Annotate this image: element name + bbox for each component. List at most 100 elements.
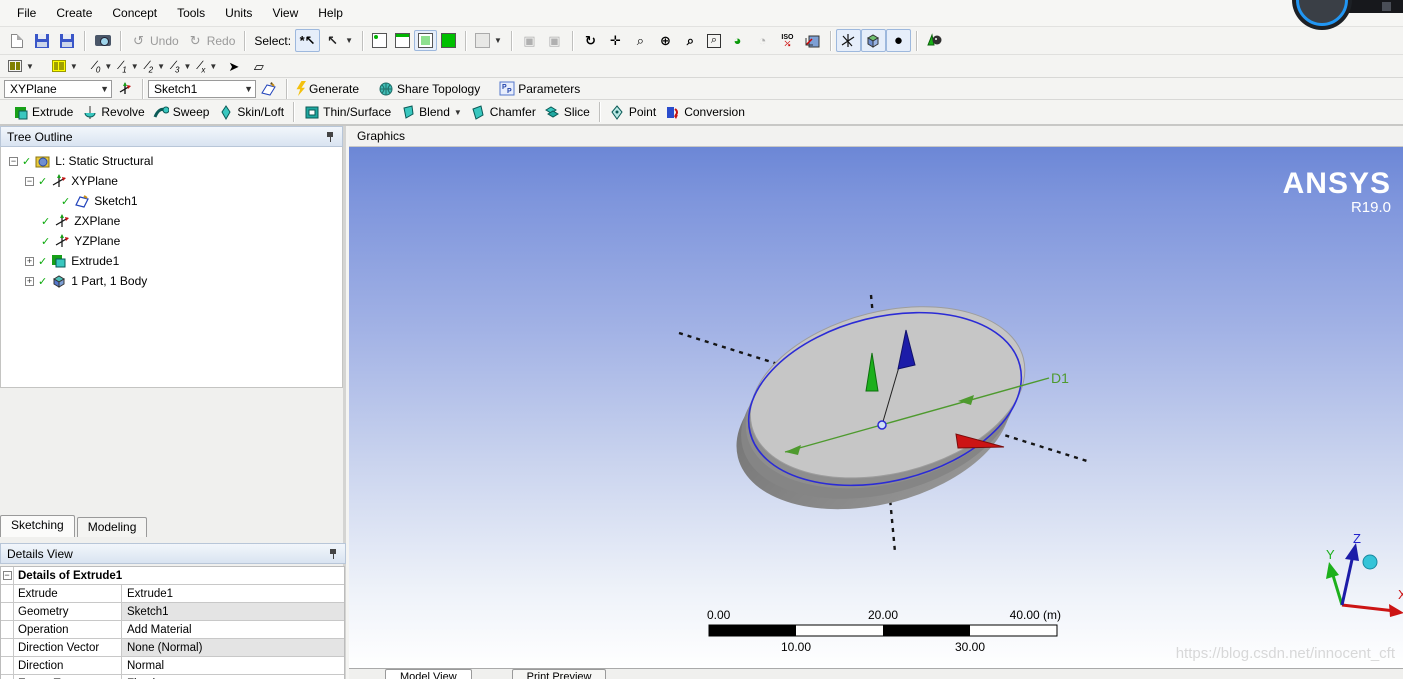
menu-file[interactable]: File [8, 3, 45, 23]
details-view-title: Details View [7, 546, 73, 561]
menu-create[interactable]: Create [47, 3, 101, 23]
select-face-button[interactable] [413, 30, 437, 51]
rotate-icon: ↻ [584, 33, 596, 48]
share-topology-button[interactable]: Share Topology [373, 77, 484, 100]
expand-icon[interactable]: + [25, 276, 34, 286]
details-row-direction[interactable]: Direction Normal [1, 657, 344, 675]
display-plane-button[interactable] [835, 29, 861, 52]
zoom-icon: ⌕ [636, 33, 645, 48]
menu-units[interactable]: Units [216, 3, 261, 23]
chevron-down-icon: ▼ [69, 61, 78, 71]
rectangle-tool-button[interactable]: ▱ [246, 55, 271, 78]
box-zoom-button[interactable]: ⌕ [703, 31, 725, 51]
tree-item-yzplane[interactable]: ✓ YZPlane [1, 231, 342, 251]
select-body-button[interactable] [437, 30, 460, 51]
select-mode-dropdown[interactable]: ↖ ▼ [320, 29, 357, 52]
details-row-geometry[interactable]: Geometry Sketch1 [1, 603, 344, 621]
save-button[interactable] [29, 29, 54, 52]
menu-help[interactable]: Help [309, 3, 352, 23]
tree-item-extrude1[interactable]: + ✓ Extrude1 [1, 251, 342, 271]
chamfer-button[interactable]: Chamfer [466, 101, 540, 124]
line-style-1-dropdown[interactable]: ∕1 ▼ [116, 55, 142, 77]
select-points-button[interactable]: *↖ [295, 29, 321, 52]
parameters-button[interactable]: P P Parameters [494, 77, 584, 100]
pin-icon: ➤ [228, 58, 240, 74]
tree-item-zxplane[interactable]: ✓ ZXPlane [1, 211, 342, 231]
line-style-3-dropdown[interactable]: ∕3 ▼ [169, 55, 195, 77]
thin-surface-button[interactable]: Thin/Surface [299, 101, 395, 124]
collapse-icon[interactable]: − [2, 571, 12, 580]
revolve-button[interactable]: Revolve [77, 101, 148, 124]
next-view-icon: ◔ [758, 33, 767, 48]
tree-outline-title: Tree Outline [7, 129, 73, 144]
select-vertex-button[interactable] [368, 30, 391, 51]
point-button[interactable]: Point [605, 101, 660, 124]
menu-concept[interactable]: Concept [103, 3, 166, 23]
expand-icon[interactable]: + [25, 256, 34, 266]
generate-button[interactable]: Generate [292, 78, 363, 99]
new-sketch-button2[interactable]: * [256, 77, 281, 100]
tab-sketching[interactable]: Sketching [0, 515, 75, 537]
details-row-operation[interactable]: Operation Add Material [1, 621, 344, 639]
redo-button[interactable]: ↻ Redo [183, 29, 240, 52]
box-select-button[interactable]: ▣ [517, 29, 542, 52]
rotate-button[interactable]: ↻ [578, 29, 603, 52]
line-style-2-dropdown[interactable]: ∕2 ▼ [143, 55, 169, 77]
zoom-button[interactable]: ⌕ [628, 29, 653, 52]
tree-item-part-body[interactable]: + ✓ 1 Part, 1 Body [1, 271, 342, 291]
plane-select[interactable]: XYPlane ▼ [4, 79, 112, 98]
look-at-button[interactable] [922, 29, 947, 52]
color-swatch-dropdown[interactable]: ▼ [48, 57, 82, 75]
details-row-extent-type[interactable]: Extent Type Fixed [1, 675, 344, 679]
line-style-0-dropdown[interactable]: ∕0 ▼ [90, 55, 116, 77]
details-group-row[interactable]: − Details of Extrude1 [1, 567, 344, 585]
zoom-in-button[interactable]: ⊕ [653, 29, 678, 52]
image-capture-button[interactable] [90, 29, 115, 52]
graphics-viewport[interactable]: ANSYS R19.0 D1 0.00 20.00 40.00 (m) 10.0… [349, 147, 1403, 668]
iso-view-button[interactable]: ISO ⤯ [775, 29, 800, 52]
select-edge-button[interactable] [391, 30, 414, 51]
slice-button[interactable]: Slice [540, 101, 594, 124]
pin-icon[interactable] [325, 131, 336, 142]
tab-print-preview[interactable]: Print Preview [511, 669, 607, 679]
menu-tools[interactable]: Tools [168, 3, 214, 23]
sketch-select[interactable]: Sketch1 ▼ [148, 79, 256, 98]
model-scene[interactable]: D1 0.00 20.00 40.00 (m) 10.00 30.00 Y Z … [349, 147, 1403, 668]
pin-button[interactable]: ➤ [221, 55, 246, 78]
tree-item-xyplane[interactable]: − ✓ XYPlane [1, 171, 342, 191]
sweep-button[interactable]: Sweep [149, 101, 214, 124]
menu-view[interactable]: View [263, 3, 307, 23]
extend-selection-dropdown[interactable]: ▼ [471, 30, 506, 51]
tree-item-static-structural[interactable]: − ✓ L: Static Structural [1, 151, 342, 171]
zoom-magnify-button[interactable]: ⌕ [678, 29, 703, 52]
display-model-button[interactable] [860, 29, 886, 52]
undo-icon: ↺ [133, 33, 144, 48]
pattern-swatch-dropdown[interactable]: ▼ [4, 57, 38, 75]
pan-button[interactable]: ✛ [603, 29, 628, 52]
tree-item-sketch1[interactable]: ✓ Sketch1 [1, 191, 342, 211]
box-unselect-button[interactable]: ▣ [542, 29, 567, 52]
tab-modeling[interactable]: Modeling [76, 517, 148, 537]
view-plane-button[interactable] [800, 29, 825, 52]
orientation-triad[interactable]: Y Z X [1326, 531, 1403, 617]
tab-model-view[interactable]: Model View [385, 669, 472, 679]
collapse-icon[interactable]: − [25, 176, 34, 186]
blend-dropdown[interactable]: Blend ▼ [395, 101, 466, 124]
collapse-icon[interactable]: − [9, 156, 18, 166]
new-plane-button[interactable] [112, 77, 137, 100]
extrude-button[interactable]: Extrude [8, 101, 77, 124]
previous-view-button[interactable]: ◕ [725, 29, 750, 52]
skin-loft-button[interactable]: Skin/Loft [213, 101, 288, 124]
line-style-x-dropdown[interactable]: ∕x ▼ [195, 55, 221, 77]
menu-bar: File Create Concept Tools Units View Hel… [0, 0, 1403, 27]
save-as-button[interactable] [54, 29, 79, 52]
details-row-extrude[interactable]: Extrude Extrude1 [1, 585, 344, 603]
details-row-direction-vector[interactable]: Direction Vector None (Normal) [1, 639, 344, 657]
new-sketch-button[interactable] [4, 29, 29, 52]
recorder-overlay-button[interactable] [1382, 2, 1391, 11]
undo-button[interactable]: ↺ Undo [126, 29, 183, 52]
next-view-button[interactable]: ◔ [750, 29, 775, 52]
conversion-button[interactable]: Conversion [660, 101, 749, 124]
pin-icon[interactable] [328, 548, 339, 559]
display-points-button[interactable]: ● [885, 29, 911, 52]
